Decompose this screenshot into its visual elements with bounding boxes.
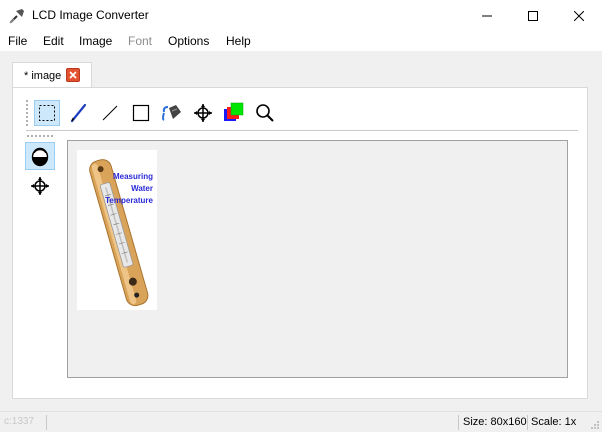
status-separator [46,415,47,430]
minimize-button[interactable] [464,0,510,31]
maximize-button[interactable] [510,0,556,31]
move-content-tool-button[interactable] [25,172,55,200]
line-icon [102,105,118,121]
close-icon [574,10,584,21]
menu-font[interactable]: Font [128,34,152,48]
image-caption-line-3: Temperature [105,196,153,205]
side-toolbar-grip[interactable] [27,135,53,137]
tab-close-button[interactable] [66,68,80,82]
tab-label: * image [24,70,62,82]
colors-icon [224,102,244,121]
fill-tool-button[interactable] [159,100,185,126]
invert-tool-button[interactable] [25,142,55,170]
toolbar-grip[interactable] [26,100,28,126]
rectangle-tool-button[interactable] [128,100,154,126]
status-scale: Scale: 1x [531,416,577,428]
status-size: Size: 80x160 [463,416,527,428]
rectangle-icon [132,104,150,122]
status-cursor-text: c:1337 [4,416,35,427]
select-tool-button[interactable] [34,100,60,126]
close-window-button[interactable] [556,0,602,31]
window-title: LCD Image Converter [32,8,149,22]
status-separator [527,415,528,430]
move-icon [31,177,49,195]
select-icon [39,105,55,121]
zoom-tool-button[interactable] [252,100,278,126]
app-icon [9,9,24,24]
menu-file[interactable]: File [8,34,27,48]
menu-options[interactable]: Options [168,34,209,48]
title-bar: LCD Image Converter [0,0,602,31]
paint-bucket-icon [162,105,181,121]
magnifier-icon [256,104,274,122]
invert-icon [31,147,49,167]
menu-bar: File Edit Image Font Options Help [0,31,602,51]
menu-edit[interactable]: Edit [43,34,64,48]
maximize-icon [528,10,538,21]
status-separator [458,415,459,430]
image-caption-line-2: Water [131,184,153,193]
resize-grip-icon[interactable] [590,420,600,430]
menu-help[interactable]: Help [226,34,251,48]
tab-image[interactable]: * image [12,62,92,88]
close-icon [69,71,77,79]
toolbar-divider [26,130,578,131]
move-tool-button[interactable] [190,100,216,126]
minimize-icon [482,15,492,16]
move-icon [194,104,212,122]
color-tool-button[interactable] [221,100,247,126]
pen-icon [70,103,87,123]
pen-tool-button[interactable] [66,100,92,126]
line-tool-button[interactable] [97,100,123,126]
image-caption-line-1: Measuring [112,172,153,181]
menu-image[interactable]: Image [79,34,112,48]
edited-image[interactable]: Measuring Water Temperature [77,150,157,310]
status-bar: c:1337 Size: 80x160 Scale: 1x [0,411,602,432]
